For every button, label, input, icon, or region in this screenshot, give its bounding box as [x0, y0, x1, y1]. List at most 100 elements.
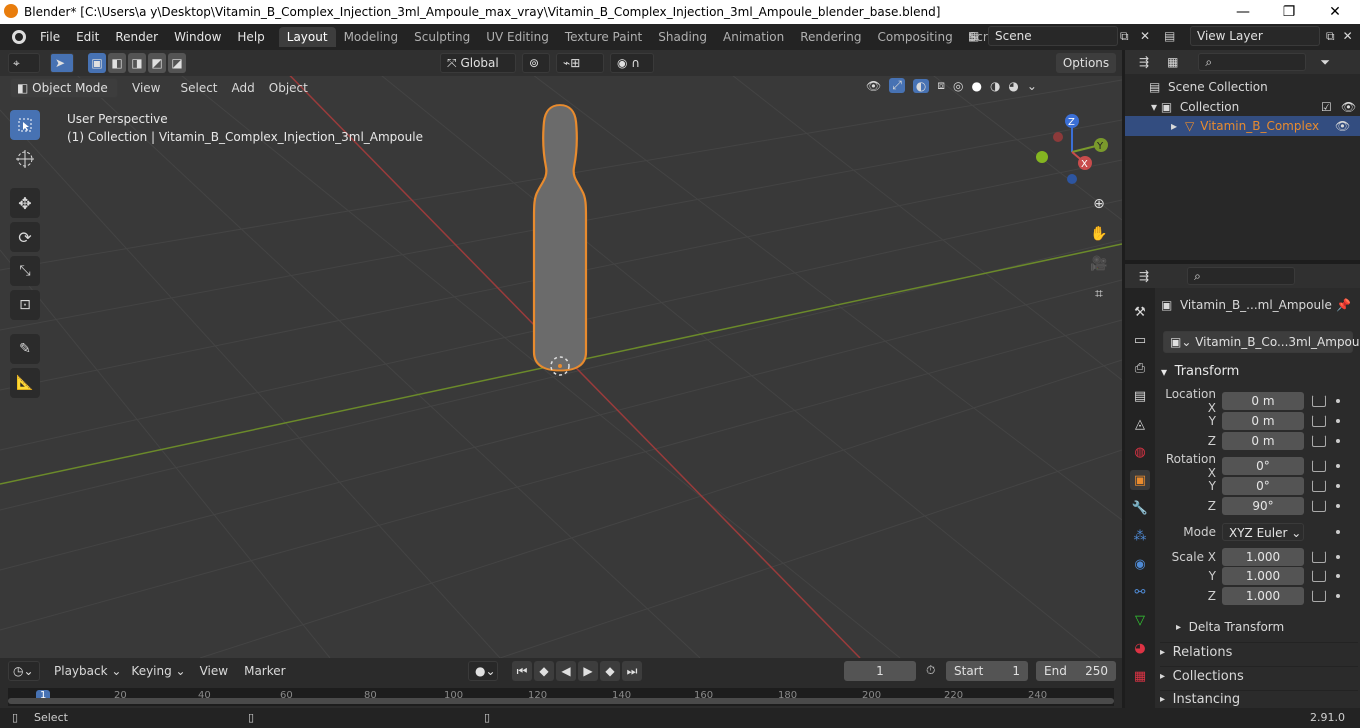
lock-icon[interactable] [1312, 395, 1326, 407]
scene-properties-icon[interactable]: ◬ [1130, 414, 1150, 434]
timeline-view-menu[interactable]: View [200, 664, 228, 678]
collection-checkbox[interactable]: ☑ [1321, 100, 1332, 114]
wireframe-shading-icon[interactable]: ◎ [953, 79, 963, 93]
maximize-button[interactable]: ❐ [1266, 0, 1312, 24]
transform-panel-header[interactable]: ▾ Transform [1161, 364, 1360, 379]
rendered-shading-icon[interactable]: ◕ [1008, 79, 1018, 93]
properties-search-input[interactable]: ⌕ [1187, 267, 1296, 285]
rotation-mode-dropdown[interactable]: XYZ Euler ⌄ [1222, 523, 1304, 541]
marker-menu[interactable]: Marker [244, 664, 285, 678]
material-shading-icon[interactable]: ◑ [990, 79, 1000, 93]
menu-render[interactable]: Render [107, 30, 166, 44]
physics-properties-icon[interactable]: ◉ [1130, 554, 1150, 574]
tab-animation[interactable]: Animation [715, 27, 792, 47]
snap-icon[interactable]: ⌁⊞ [556, 53, 604, 73]
scene-selector[interactable]: Scene [988, 26, 1118, 46]
shading-options-icon[interactable]: ⌄ [1027, 79, 1037, 93]
ampoule-object[interactable] [520, 100, 600, 390]
menu-edit[interactable]: Edit [68, 30, 107, 44]
visibility-icon[interactable]: 👁 [866, 79, 881, 93]
lock-icon[interactable] [1312, 500, 1326, 512]
location-z-field[interactable]: 0 m [1222, 432, 1304, 450]
keyframe-dot-icon[interactable] [1336, 594, 1340, 598]
rotation-z-field[interactable]: 90° [1222, 497, 1304, 515]
annotate-tool-icon[interactable]: ✎ [10, 334, 40, 364]
properties-editor-type-icon[interactable]: ⇶ [1139, 269, 1149, 283]
view-layer-selector[interactable]: View Layer [1190, 26, 1320, 46]
world-properties-icon[interactable]: ◍ [1130, 442, 1150, 462]
new-view-layer-icon[interactable]: ⧉ [1326, 29, 1335, 44]
close-window-button[interactable]: ✕ [1312, 0, 1358, 24]
auto-keying-icon[interactable]: ●⌄ [468, 661, 498, 681]
keyframe-dot-icon[interactable] [1336, 439, 1340, 443]
rotation-y-field[interactable]: 0° [1222, 477, 1304, 495]
navigation-gizmo[interactable]: Z Y X [1030, 112, 1120, 202]
rotate-tool-icon[interactable]: ⟳ [10, 222, 40, 252]
remove-scene-icon[interactable]: ✕ [1140, 29, 1150, 43]
new-scene-icon[interactable]: ⧉ [1120, 29, 1129, 44]
selection-subtract-icon[interactable]: ◨ [128, 53, 146, 73]
keyframe-dot-icon[interactable] [1336, 555, 1340, 559]
scale-z-field[interactable]: 1.000 [1222, 587, 1304, 605]
prev-keyframe-icon[interactable]: ◆ [534, 661, 554, 681]
keyframe-dot-icon[interactable] [1336, 419, 1340, 423]
transform-orientation-dropdown[interactable]: ⤧ Global [440, 53, 516, 73]
modifier-properties-icon[interactable]: 🔧 [1130, 498, 1150, 518]
object-visibility-icon[interactable]: 👁 [1335, 119, 1350, 133]
jump-end-icon[interactable]: ⏭ [622, 661, 642, 681]
constraints-properties-icon[interactable]: ⚯ [1130, 582, 1150, 602]
jump-start-icon[interactable]: ⏮ [512, 661, 532, 681]
scale-tool-icon[interactable]: ⤡ [10, 256, 40, 286]
stopwatch-icon[interactable]: ⏱ [926, 663, 935, 678]
render-properties-icon[interactable]: ▭ [1130, 330, 1150, 350]
pivot-point-icon[interactable]: ⊚ [522, 53, 550, 73]
cursor-tool-icon[interactable] [10, 144, 40, 174]
object-properties-icon[interactable]: ▣ [1130, 470, 1150, 490]
location-y-field[interactable]: 0 m [1222, 412, 1304, 430]
lock-icon[interactable] [1312, 480, 1326, 492]
editor-type-icon[interactable]: ⌖ [8, 53, 40, 73]
texture-properties-icon[interactable]: ▦ [1130, 666, 1150, 686]
3d-viewport[interactable]: User Perspective (1) Collection | Vitami… [0, 50, 1122, 658]
keyframe-dot-icon[interactable] [1336, 530, 1340, 534]
mode-dropdown[interactable]: ◧ Object Mode [10, 78, 118, 98]
current-frame-field[interactable]: 1 [844, 661, 916, 681]
viewport-menu-object[interactable]: Object [269, 81, 308, 95]
selection-extend-icon[interactable]: ◧ [108, 53, 126, 73]
play-icon[interactable]: ▶ [578, 661, 598, 681]
tab-compositing[interactable]: Compositing [869, 27, 960, 47]
next-keyframe-icon[interactable]: ◆ [600, 661, 620, 681]
xray-toggle-icon[interactable]: ⧈ [937, 78, 945, 93]
zoom-icon[interactable]: ⊕ [1086, 191, 1112, 217]
tab-layout[interactable]: Layout [278, 27, 336, 47]
keyframe-dot-icon[interactable] [1336, 464, 1340, 468]
camera-view-icon[interactable]: 🎥 [1086, 251, 1112, 277]
select-tool-active-icon[interactable]: ➤ [50, 53, 74, 73]
tab-sculpting[interactable]: Sculpting [406, 27, 478, 47]
blender-menu-icon[interactable] [8, 26, 30, 48]
collections-panel-header[interactable]: ▸ Collections [1160, 666, 1358, 686]
start-frame-field[interactable]: Start 1 [946, 661, 1028, 681]
instancing-panel-header[interactable]: ▸ Instancing [1160, 690, 1358, 708]
pan-hand-icon[interactable]: ✋ [1086, 221, 1112, 247]
output-properties-icon[interactable]: ⎙ [1130, 358, 1150, 378]
transform-tool-icon[interactable]: ⊡ [10, 290, 40, 320]
lock-icon[interactable] [1312, 435, 1326, 447]
scale-x-field[interactable]: 1.000 [1222, 548, 1304, 566]
measure-tool-icon[interactable]: 📐 [10, 368, 40, 398]
keyframe-dot-icon[interactable] [1336, 399, 1340, 403]
menu-file[interactable]: File [32, 30, 68, 44]
object-name-field[interactable]: ▣⌄ Vitamin_B_Co...3ml_Ampoule [1163, 331, 1360, 353]
keyframe-dot-icon[interactable] [1336, 504, 1340, 508]
lock-icon[interactable] [1312, 590, 1326, 602]
relations-panel-header[interactable]: ▸ Relations [1160, 642, 1358, 662]
minimize-button[interactable]: — [1220, 0, 1266, 24]
lock-icon[interactable] [1312, 460, 1326, 472]
tab-modeling[interactable]: Modeling [336, 27, 407, 47]
tab-texture-paint[interactable]: Texture Paint [557, 27, 650, 47]
select-box-tool-icon[interactable] [10, 110, 40, 140]
menu-window[interactable]: Window [166, 30, 229, 44]
outliner-editor-type-icon[interactable]: ⇶ [1139, 55, 1149, 69]
collection-visibility-icon[interactable]: 👁 [1341, 100, 1356, 114]
playback-menu[interactable]: Playback [54, 664, 108, 678]
